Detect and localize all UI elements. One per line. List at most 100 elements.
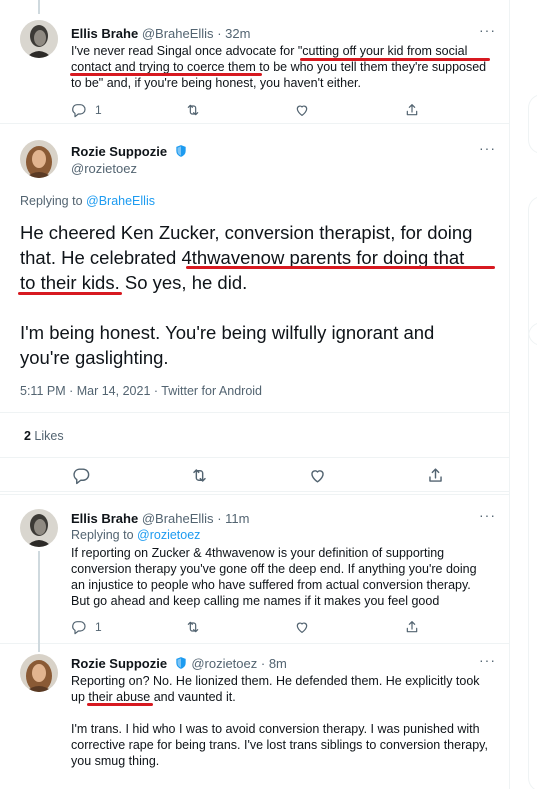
tweet-text-line: an injustice to people who have suffered… — [71, 578, 471, 592]
tweet-header: Ellis Brahe @BraheEllis · 32m — [71, 26, 250, 41]
like-button[interactable] — [308, 466, 426, 485]
reply-button[interactable] — [72, 466, 190, 485]
tweet-ellis-2[interactable]: Ellis Brahe @BraheEllis · 11m ··· Replyi… — [0, 494, 510, 645]
conversation-thread: Ellis Brahe @BraheEllis · 32m ··· I've n… — [0, 0, 510, 789]
replying-to-link[interactable]: @BraheEllis — [86, 194, 155, 208]
verified-badge-icon — [176, 657, 186, 669]
more-icon[interactable]: ··· — [479, 22, 496, 38]
thread-connector — [38, 0, 40, 14]
heart-icon — [296, 105, 308, 116]
likes-count: 2 — [24, 429, 31, 443]
tweet-text-line: I've never read Singal once advocate for… — [71, 44, 468, 58]
reply-icon — [73, 468, 90, 485]
avatar[interactable] — [20, 140, 58, 178]
tweet-text: If reporting on Zucker & 4thwavenow is y… — [71, 545, 503, 609]
share-button[interactable] — [404, 619, 420, 635]
replying-prefix: Replying to — [20, 194, 87, 208]
avatar[interactable] — [20, 509, 58, 547]
tweet-text: I've never read Singal once advocate for… — [71, 43, 501, 91]
share-icon — [429, 468, 442, 482]
retweet-button[interactable] — [185, 102, 294, 118]
tweet-text-line: you smug thing. — [71, 754, 160, 768]
retweet-icon — [187, 621, 199, 633]
annotation-underline — [70, 73, 262, 76]
annotation-underline — [300, 58, 490, 61]
avatar-image — [20, 654, 58, 692]
replying-to: Replying to @rozietoez — [71, 528, 200, 542]
reply-icon — [72, 104, 86, 118]
reply-button[interactable]: 1 — [71, 102, 185, 118]
heart-icon — [311, 470, 324, 483]
tweet-text-line: I'm being honest. You're being wilfully … — [20, 322, 435, 343]
tweet-text-line: you're gaslighting. — [20, 347, 169, 368]
share-icon — [406, 621, 418, 633]
likes-link[interactable]: 2 Likes — [24, 429, 64, 443]
user-handle[interactable]: @BraheEllis — [142, 26, 214, 41]
main-tweet-actions — [72, 466, 445, 485]
reply-button[interactable]: 1 — [71, 619, 185, 635]
user-handle[interactable]: @BraheEllis — [142, 511, 214, 526]
more-icon[interactable]: ··· — [479, 507, 496, 523]
sidebar-card — [528, 94, 537, 154]
tweet-text-line: Reporting on? No. He lionized them. He d… — [71, 674, 480, 688]
more-icon[interactable]: ··· — [479, 652, 496, 668]
tweet-actions: 1 — [71, 102, 420, 118]
user-handle[interactable]: @rozietoez — [191, 656, 257, 671]
annotation-underline — [87, 703, 153, 706]
tweet-header: Rozie Suppozie — [71, 144, 188, 159]
display-name[interactable]: Ellis Brahe — [71, 511, 138, 526]
avatar[interactable] — [20, 20, 58, 58]
replying-to-link[interactable]: @rozietoez — [137, 528, 200, 542]
share-button[interactable] — [404, 102, 420, 118]
likes-label: Likes — [30, 429, 64, 443]
more-icon[interactable]: ··· — [479, 140, 496, 156]
retweet-button[interactable] — [190, 466, 308, 485]
thread-connector — [38, 551, 40, 645]
tweet-text-line: He cheered Ken Zucker, conversion therap… — [20, 222, 473, 243]
tweet-text-line: to be" and, if you're being honest, you … — [71, 76, 361, 90]
share-button[interactable] — [426, 466, 445, 485]
tweet-rozie-2[interactable]: Rozie Suppozie @rozietoez · 8m ··· Repor… — [0, 644, 510, 789]
annotation-underline — [18, 292, 122, 295]
reply-count: 1 — [95, 620, 102, 634]
reply-icon — [72, 621, 86, 635]
tweet-time[interactable]: · 32m — [217, 26, 250, 41]
retweet-icon — [187, 104, 199, 116]
retweet-icon — [193, 469, 206, 482]
replying-prefix: Replying to — [71, 528, 138, 542]
display-name[interactable]: Rozie Suppozie — [71, 144, 167, 159]
engagement-row: 2 Likes — [0, 412, 510, 458]
tweet-ellis-1[interactable]: Ellis Brahe @BraheEllis · 32m ··· I've n… — [0, 0, 510, 124]
right-sidebar-edge — [510, 0, 537, 789]
verified-badge-icon — [176, 145, 186, 157]
replying-to: Replying to @BraheEllis — [20, 194, 155, 208]
tweet-actions: 1 — [71, 619, 420, 635]
main-tweet-text: He cheered Ken Zucker, conversion therap… — [20, 220, 500, 370]
reply-count: 1 — [95, 103, 102, 117]
tweet-header: Rozie Suppozie @rozietoez · 8m — [71, 656, 287, 671]
avatar-image — [20, 509, 58, 547]
tweet-header: Ellis Brahe @BraheEllis · 11m — [71, 511, 249, 526]
tweet-time[interactable]: · 11m — [217, 511, 249, 526]
heart-icon — [296, 622, 308, 633]
tweet-text-line: But go ahead and keep calling me names i… — [71, 594, 440, 608]
tweet-timestamp[interactable]: 5:11 PM · Mar 14, 2021 · Twitter for And… — [20, 384, 262, 398]
retweet-button[interactable] — [185, 619, 294, 635]
tweet-text-line: conversion therapy you've gone off the d… — [71, 562, 477, 576]
tweet-text: Reporting on? No. He lionized them. He d… — [71, 673, 503, 769]
like-button[interactable] — [294, 619, 404, 635]
avatar-image — [20, 20, 58, 58]
user-handle[interactable]: @rozietoez — [71, 161, 137, 176]
like-button[interactable] — [294, 102, 404, 118]
thread-connector — [38, 644, 40, 652]
tweet-text-line: corrective rape for being trans. I've lo… — [71, 738, 488, 752]
display-name[interactable]: Ellis Brahe — [71, 26, 138, 41]
sidebar-card — [528, 322, 537, 789]
avatar[interactable] — [20, 654, 58, 692]
display-name[interactable]: Rozie Suppozie — [71, 656, 167, 671]
tweet-text-line: If reporting on Zucker & 4thwavenow is y… — [71, 546, 445, 560]
share-icon — [406, 104, 418, 116]
avatar-image — [20, 140, 58, 178]
tweet-text-line: I'm trans. I hid who I was to avoid conv… — [71, 722, 480, 736]
tweet-time[interactable]: · 8m — [261, 656, 287, 671]
